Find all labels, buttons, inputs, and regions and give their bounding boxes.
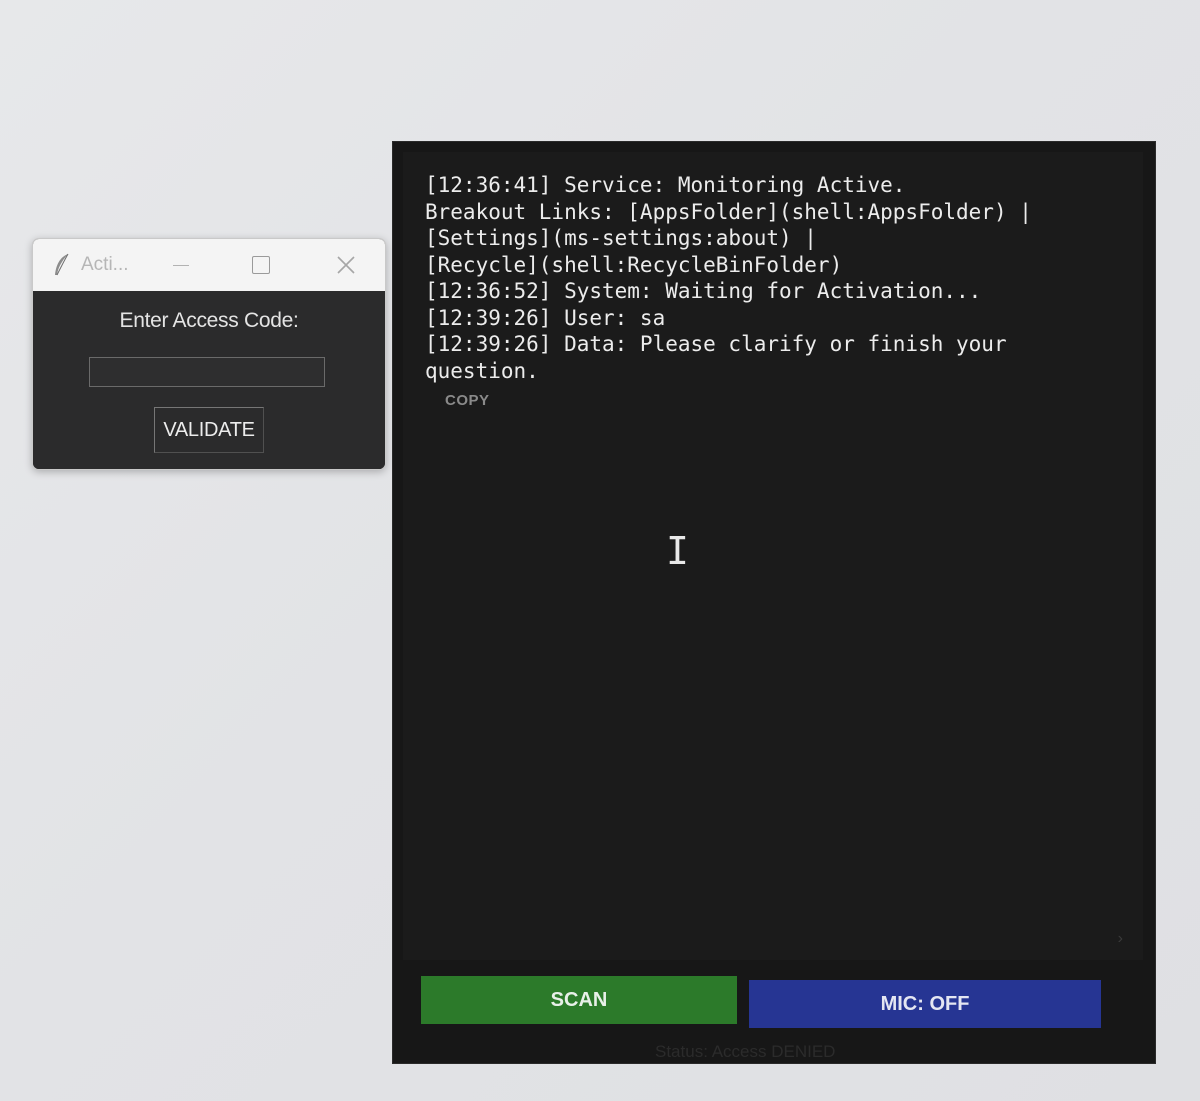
log-line: [12:39:26] Data: Please clarify or finis…	[425, 332, 1007, 356]
log-line: [12:39:26] User: sa	[425, 305, 666, 330]
access-code-label: Enter Access Code:	[119, 309, 299, 332]
log-line: [Settings](ms-settings:about) |	[425, 226, 817, 250]
log-line: Breakout Links: [AppsFolder](shell:AppsF…	[425, 199, 1032, 224]
log-line: [12:36:52] System: Waiting for Activatio…	[425, 279, 982, 303]
maximize-icon	[252, 256, 270, 274]
scan-button[interactable]: SCAN	[421, 976, 737, 1024]
maximize-button[interactable]	[233, 239, 289, 291]
terminal-window: [12:36:41] Service: Monitoring Active. Br…	[393, 142, 1155, 1063]
dialog-body: Enter Access Code: VALIDATE	[33, 291, 385, 469]
close-icon	[337, 256, 355, 274]
minimize-button[interactable]	[153, 239, 209, 291]
activation-dialog: Acti... Enter Access Code: VALIDATE	[32, 238, 386, 470]
mic-toggle-button[interactable]: MIC: OFF	[749, 980, 1101, 1028]
log-line: question.	[425, 358, 539, 383]
copy-button[interactable]: COPY	[445, 392, 490, 409]
minimize-icon	[173, 264, 189, 266]
close-button[interactable]	[318, 239, 374, 291]
log-output: [12:36:41] Service: Monitoring Active. Br…	[425, 172, 1135, 384]
chevron-right-icon: ›	[1117, 930, 1123, 947]
log-line: [12:36:41] Service: Monitoring Active.	[425, 173, 906, 197]
access-code-input[interactable]	[89, 357, 325, 387]
dialog-title: Acti...	[81, 254, 129, 275]
feather-icon	[49, 252, 75, 278]
text-cursor-icon: I	[666, 529, 689, 573]
terminal-output-area[interactable]: [12:36:41] Service: Monitoring Active. Br…	[403, 152, 1143, 960]
validate-button[interactable]: VALIDATE	[154, 407, 264, 453]
dialog-titlebar[interactable]: Acti...	[33, 239, 385, 291]
log-line: [Recycle](shell:RecycleBinFolder)	[425, 252, 843, 277]
status-text: Status: Access DENIED	[655, 1042, 836, 1061]
